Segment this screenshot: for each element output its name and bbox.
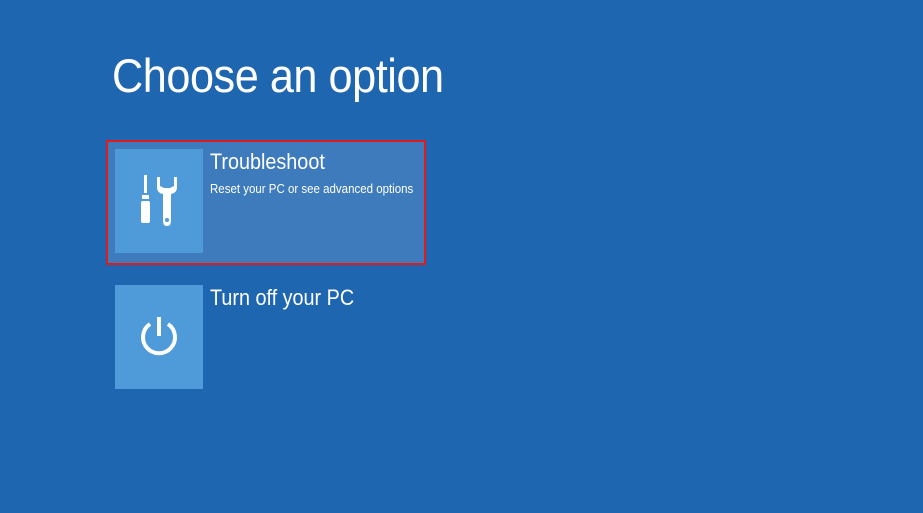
turn-off-label: Turn off your PC xyxy=(210,285,355,310)
recovery-screen: Choose an option Troubleshoot Reset your… xyxy=(0,0,923,513)
power-icon xyxy=(141,317,177,356)
turn-off-tile xyxy=(115,285,203,389)
tools-icon xyxy=(141,175,177,226)
troubleshoot-option[interactable]: Troubleshoot Reset your PC or see advanc… xyxy=(106,140,426,265)
troubleshoot-description: Reset your PC or see advanced options xyxy=(210,182,414,196)
troubleshoot-label: Troubleshoot xyxy=(210,149,325,174)
turn-off-option[interactable]: Turn off your PC xyxy=(106,276,426,401)
troubleshoot-tile xyxy=(115,149,203,253)
page-title: Choose an option xyxy=(112,49,444,102)
